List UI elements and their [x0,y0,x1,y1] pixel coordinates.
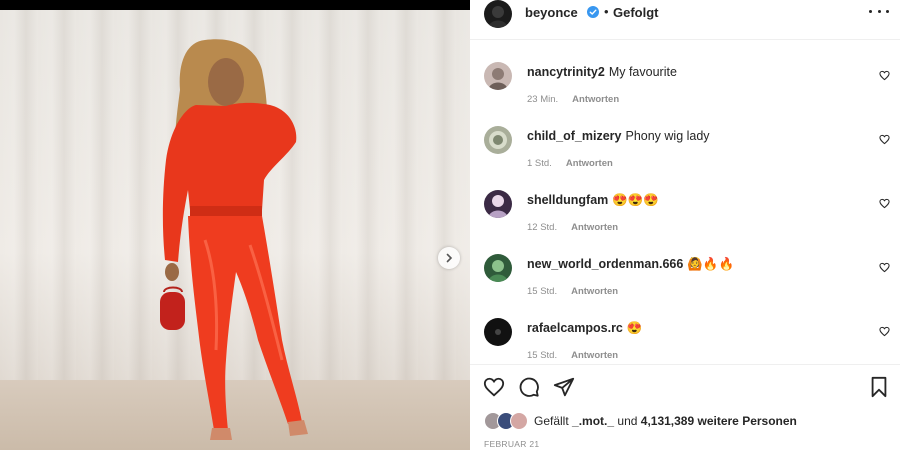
likes-prefix: Gefällt [534,414,569,428]
comment-username[interactable]: shelldungfam [527,193,608,207]
heart-icon[interactable] [879,326,890,337]
heart-icon[interactable] [879,198,890,209]
paper-plane-icon[interactable] [553,376,575,398]
verified-badge-icon [587,6,599,18]
author-avatar[interactable] [484,0,512,28]
comment-avatar[interactable] [484,318,512,346]
comment-text: Phony wig lady [625,129,710,143]
comment-username[interactable]: child_of_mizery [527,129,621,143]
reply-button[interactable]: Antworten [566,158,613,169]
heart-icon[interactable] [879,134,890,145]
comment-item: nancytrinity2 My favourite 23 Min. Antwort… [470,62,900,126]
heart-icon[interactable] [879,70,890,81]
reply-button[interactable]: Antworten [572,94,619,105]
comment-item: rafaelcampos.rc 😍 15 Std. Antworten [470,318,900,365]
bookmark-icon[interactable] [868,376,890,398]
comment-item: child_of_mizery Phony wig lady 1 Std. Antw… [470,126,900,190]
comment-item: shelldungfam 😍😍😍 12 Std. Antworten [470,190,900,254]
comment-avatar[interactable] [484,190,512,218]
author-username[interactable]: beyonce [525,5,578,20]
comment-time[interactable]: 15 Std. [527,350,557,361]
comment-username[interactable]: new_world_ordenman.666 [527,257,683,271]
comment-text: 😍😍😍 [612,193,659,207]
comment-item: new_world_ordenman.666 🙆🔥🔥 15 Std. Antwort… [470,254,900,318]
comment-avatar[interactable] [484,126,512,154]
comment-time[interactable]: 23 Min. [527,94,558,105]
likes-row: Gefällt _.mot._ und 4,131,389 weitere Pe… [484,411,894,431]
woman-in-red-outfit [160,39,308,440]
heart-icon[interactable] [879,262,890,273]
reply-button[interactable]: Antworten [571,222,618,233]
comment-time[interactable]: 15 Std. [527,286,557,297]
comment-text: 🙆🔥🔥 [687,257,735,271]
likes-conjunction: und [617,414,638,428]
comment-time[interactable]: 12 Std. [527,222,557,233]
more-options-icon[interactable] [869,4,889,18]
likes-summary[interactable]: Gefällt _.mot._ und 4,131,389 weitere Pe… [534,414,797,428]
chevron-right-icon [446,253,453,263]
post-header: beyonce • Gefolgt [470,0,900,40]
post-image[interactable] [0,10,470,450]
next-image-button[interactable] [438,247,460,269]
section-divider [470,364,900,365]
post-actions [470,374,900,400]
follow-status-button[interactable]: Gefolgt [613,5,659,20]
comment-text: My favourite [608,65,677,79]
heart-icon[interactable] [483,376,505,398]
comment-bubble-icon[interactable] [518,376,540,398]
likes-count[interactable]: 4,131,389 [641,414,694,428]
comment-username[interactable]: rafaelcampos.rc [527,321,623,335]
reply-button[interactable]: Antworten [571,286,618,297]
likes-suffix[interactable]: weitere Personen [698,414,797,428]
comment-avatar[interactable] [484,62,512,90]
header-separator: • [604,4,609,19]
post-date[interactable]: FEBRUAR 21 [484,439,539,449]
post-sidebar: beyonce • Gefolgt nancytrinity2 My favour… [470,0,900,450]
reply-button[interactable]: Antworten [571,350,618,361]
comments-list[interactable]: nancytrinity2 My favourite 23 Min. Antwort… [470,40,900,365]
comment-time[interactable]: 1 Std. [527,158,552,169]
liker-username[interactable]: _.mot._ [572,414,614,428]
liker-avatar [510,412,528,430]
comment-text: 😍 [626,321,643,335]
liker-avatars[interactable] [484,411,532,431]
comment-avatar[interactable] [484,254,512,282]
comment-username[interactable]: nancytrinity2 [527,65,605,79]
